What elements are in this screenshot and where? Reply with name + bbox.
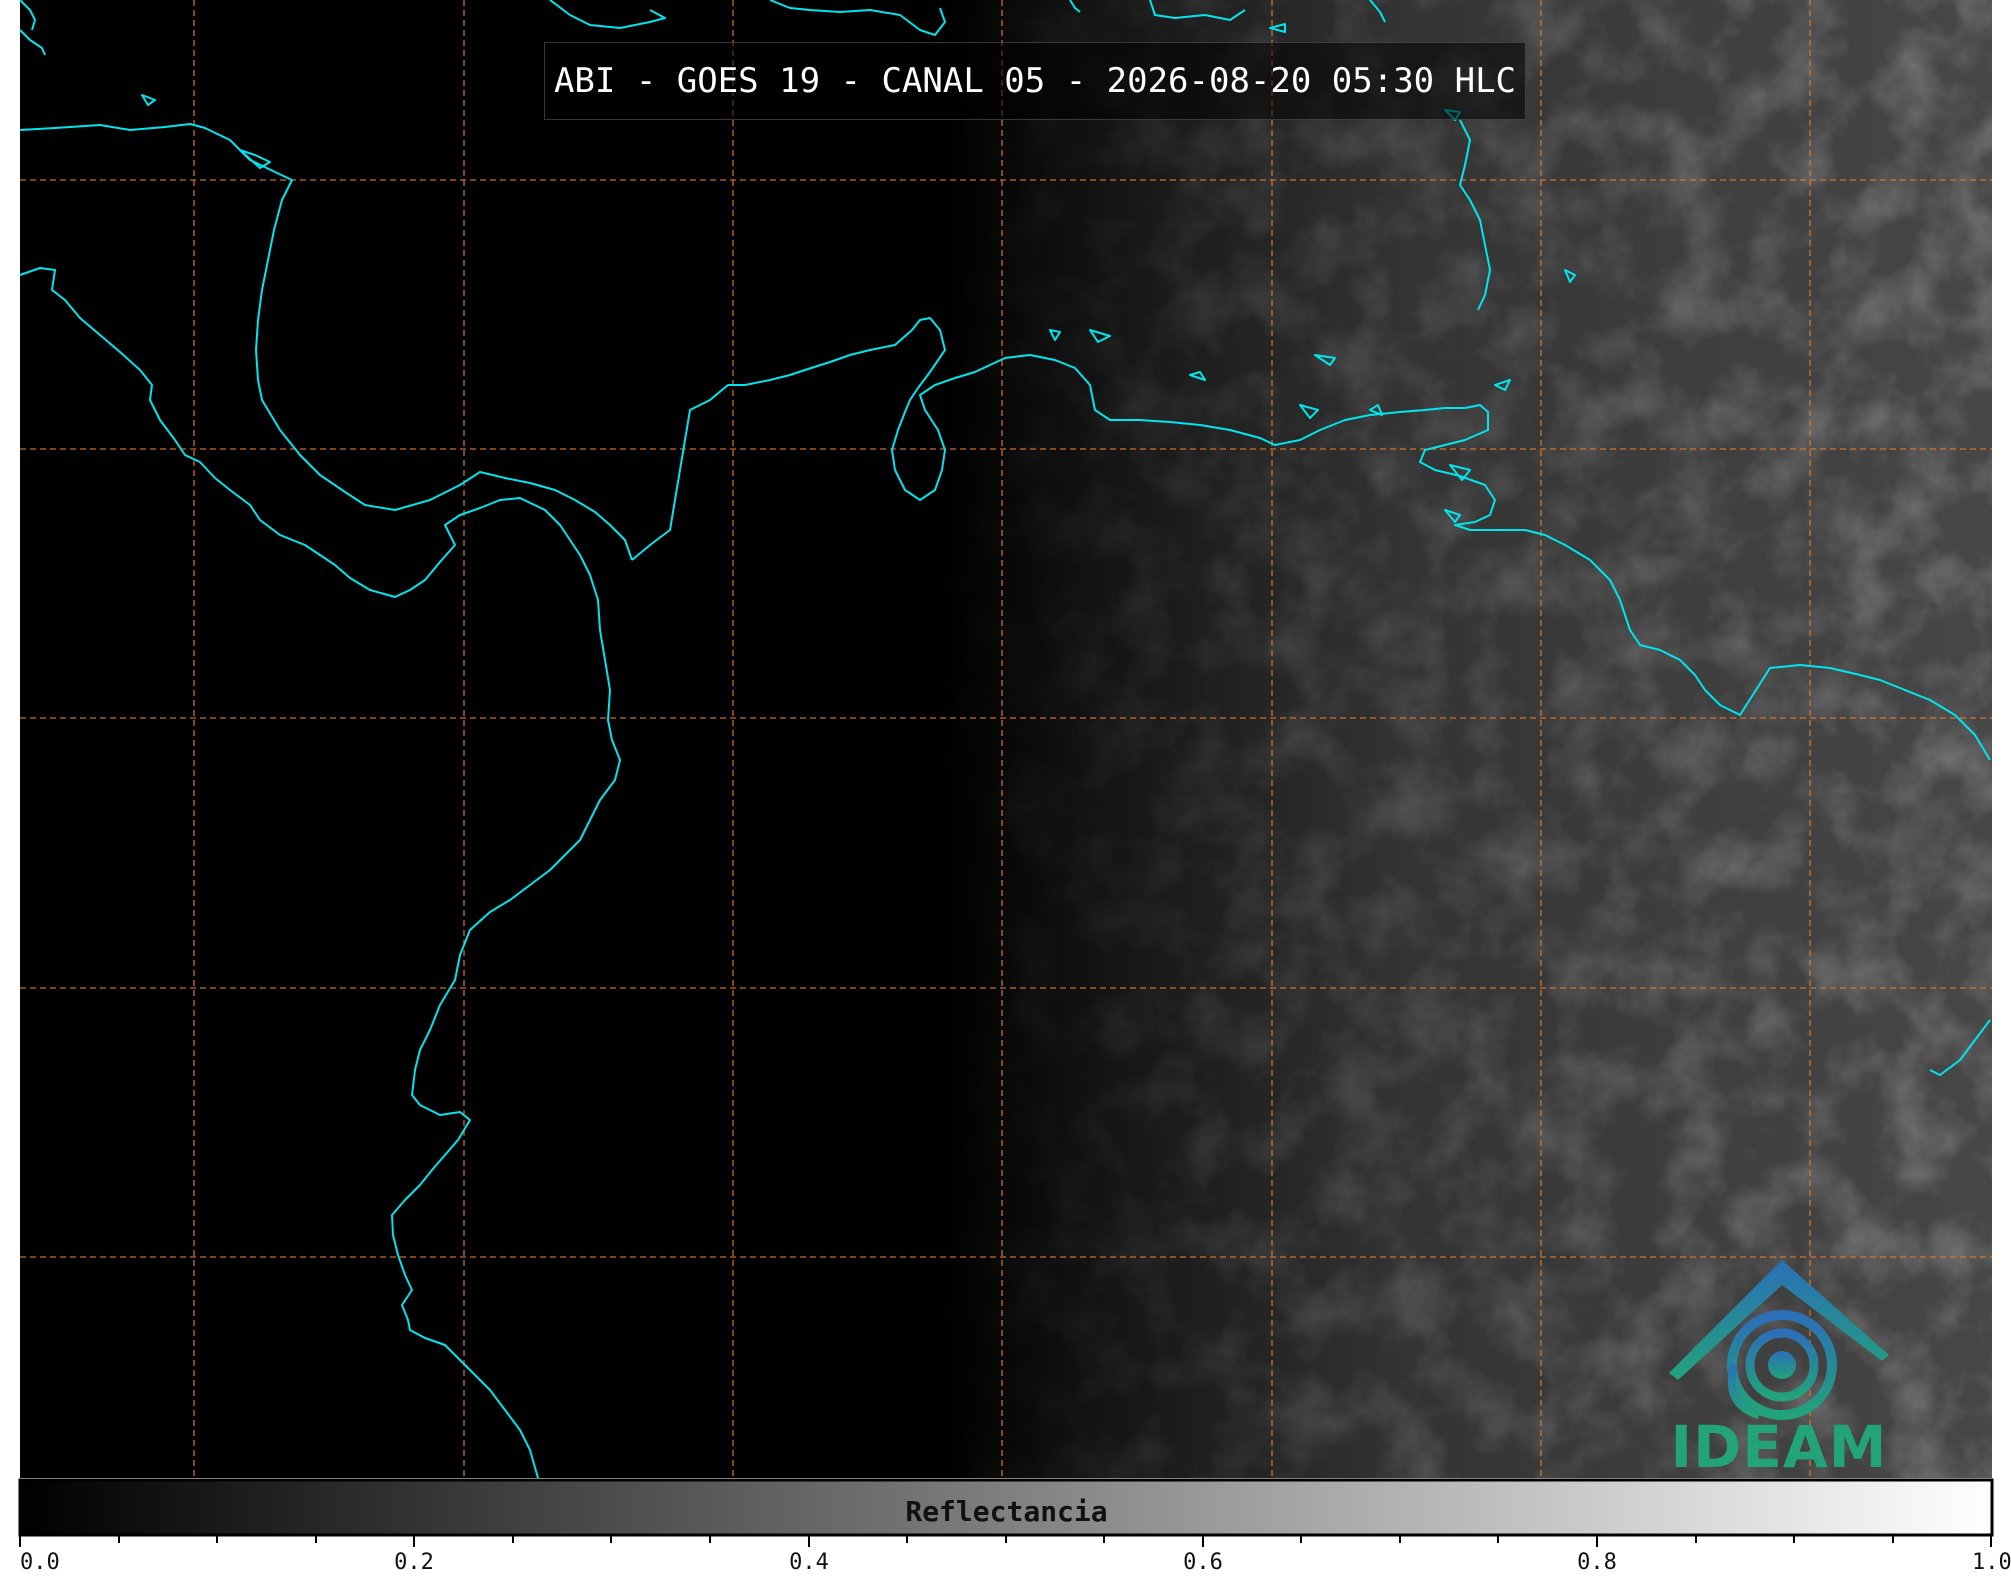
colorbar-tick-label: 0.0: [20, 1550, 60, 1575]
colorbar-tick-label: 0.8: [1577, 1550, 1617, 1575]
colorbar-tick-label: 0.6: [1183, 1550, 1223, 1575]
colorbar-tick-label: 1.0: [1972, 1550, 2011, 1575]
ideam-logo-text: IDEAM: [1670, 1413, 1888, 1481]
map-title: ABI - GOES 19 - CANAL 05 - 2026-08-20 05…: [544, 42, 1526, 120]
colorbar-tick-label: 0.4: [789, 1550, 829, 1575]
colorbar-tick-label: 0.2: [394, 1550, 434, 1575]
colorbar-label: Reflectancia: [905, 1495, 1108, 1528]
colorbar-ticks: [19, 1535, 1992, 1547]
